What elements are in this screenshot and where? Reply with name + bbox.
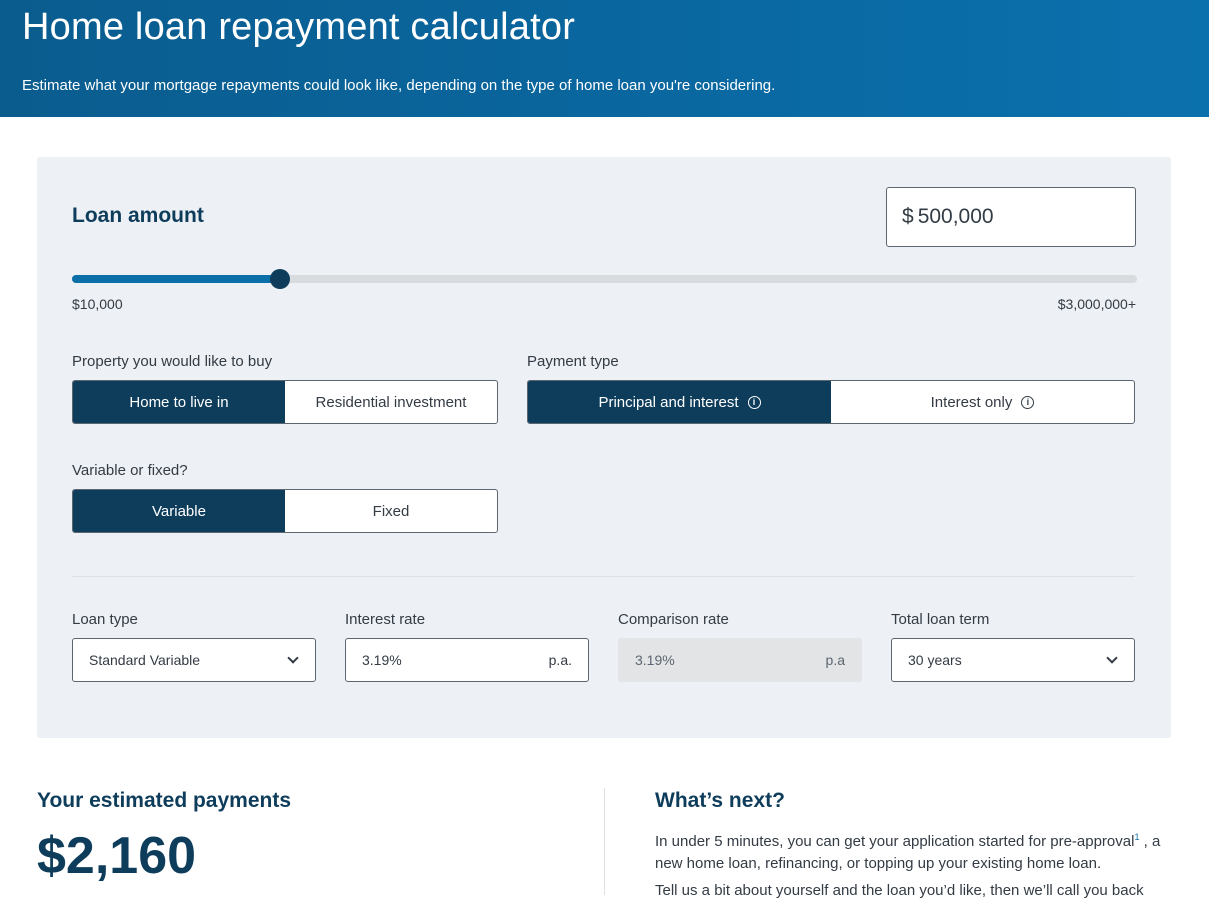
interest-rate-input[interactable]: 3.19% p.a. xyxy=(345,638,589,682)
loan-type-select[interactable]: Standard Variable xyxy=(72,638,316,682)
slider-max-label: $3,000,000+ xyxy=(1057,296,1136,312)
slider-fill xyxy=(72,275,280,283)
whats-next-title: What’s next? xyxy=(655,789,785,812)
property-option-home[interactable]: Home to live in xyxy=(73,381,285,423)
rate-type-toggle: Variable Fixed xyxy=(72,489,498,533)
interest-rate-suffix: p.a. xyxy=(548,652,572,668)
loan-amount-value: 500,000 xyxy=(917,205,994,228)
page-subtitle: Estimate what your mortgage repayments c… xyxy=(22,77,776,94)
payment-option-principal-interest-label: Principal and interest xyxy=(598,393,739,411)
loan-term-select[interactable]: 30 years xyxy=(891,638,1135,682)
estimated-payments-title: Your estimated payments xyxy=(37,789,292,812)
rate-type-label: Variable or fixed? xyxy=(72,462,188,479)
comparison-rate-suffix: p.a xyxy=(825,652,845,668)
loan-term-label: Total loan term xyxy=(891,611,990,628)
slider-handle[interactable] xyxy=(269,269,290,289)
info-icon[interactable]: i xyxy=(1021,395,1035,409)
whats-next-paragraph: In under 5 minutes, you can get your app… xyxy=(655,826,1175,875)
whats-next-paragraph-2: Tell us a bit about yourself and the loa… xyxy=(655,882,1144,899)
payment-type-toggle: Principal and interest i Interest only i xyxy=(527,380,1135,424)
slider-min-label: $10,000 xyxy=(72,296,123,312)
rate-option-variable[interactable]: Variable xyxy=(73,490,285,532)
payment-option-principal-interest[interactable]: Principal and interest i xyxy=(528,381,831,423)
property-toggle: Home to live in Residential investment xyxy=(72,380,498,424)
estimated-payment-amount: $2,160 xyxy=(37,827,197,885)
loan-type-value: Standard Variable xyxy=(89,652,201,668)
whats-next-text-a: In under 5 minutes, you can get your app… xyxy=(655,833,1135,850)
divider xyxy=(72,576,1135,577)
loan-term-value: 30 years xyxy=(908,652,962,668)
info-icon[interactable]: i xyxy=(747,395,761,409)
page-header: Home loan repayment calculator Estimate … xyxy=(0,0,1209,117)
chevron-down-icon xyxy=(1106,652,1118,664)
comparison-rate-field: 3.19% p.a xyxy=(618,638,862,682)
interest-rate-value: 3.19% xyxy=(362,652,402,668)
loan-amount-label: Loan amount xyxy=(72,204,204,227)
section-divider xyxy=(604,788,605,895)
loan-amount-input[interactable]: $ 500,000 xyxy=(886,187,1136,247)
loan-amount-slider[interactable] xyxy=(72,269,1137,289)
rate-option-fixed[interactable]: Fixed xyxy=(285,490,497,532)
comparison-rate-value: 3.19% xyxy=(635,652,675,668)
property-option-investment[interactable]: Residential investment xyxy=(285,381,497,423)
payment-option-interest-only[interactable]: Interest only i xyxy=(831,381,1134,423)
interest-rate-label: Interest rate xyxy=(345,611,426,628)
chevron-down-icon xyxy=(287,652,299,664)
payment-option-interest-only-label: Interest only xyxy=(930,393,1013,411)
currency-symbol: $ xyxy=(902,205,914,228)
payment-type-label: Payment type xyxy=(527,353,619,370)
property-label: Property you would like to buy xyxy=(72,353,273,370)
page-title: Home loan repayment calculator xyxy=(22,6,576,48)
loan-type-label: Loan type xyxy=(72,611,138,628)
comparison-rate-label: Comparison rate xyxy=(618,611,729,628)
